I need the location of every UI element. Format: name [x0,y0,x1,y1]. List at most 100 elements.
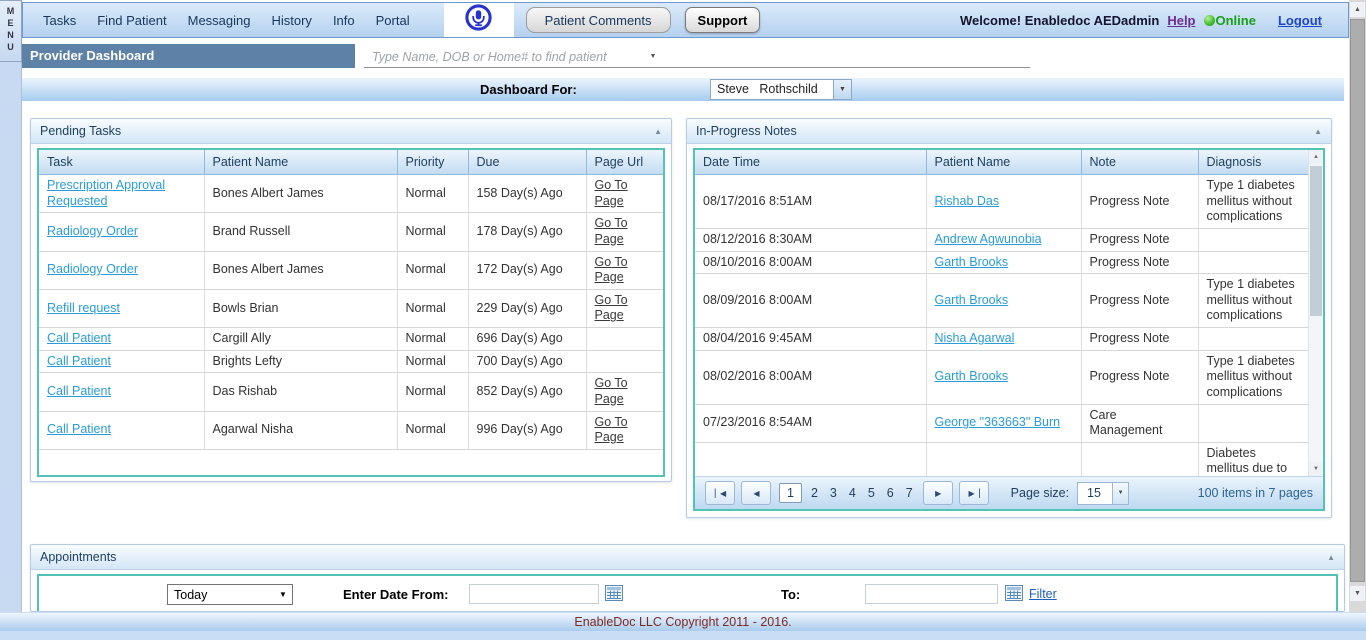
logout-link[interactable]: Logout [1278,13,1322,28]
patient-link[interactable]: Andrew Agwunobia [935,232,1042,246]
scroll-up-icon[interactable]: ▲ [1309,150,1323,164]
chevron-down-icon[interactable]: ▼ [1112,482,1129,505]
notes-table-area: Date Time Patient Name Note Diagnosis 08… [695,150,1308,476]
cell-priority: Normal [397,175,468,213]
collapse-arrow-icon[interactable]: ▲ [1314,127,1322,136]
table-row: Call Patient Brights Lefty Normal 700 Da… [39,350,663,373]
patient-link[interactable]: Nisha Agarwal [935,331,1015,345]
task-link[interactable]: Call Patient [47,331,111,345]
go-to-page-link[interactable]: Go To Page [595,255,628,285]
date-to-input[interactable] [865,584,998,604]
scroll-down-icon[interactable]: ▼ [1350,586,1365,601]
cell-diagnosis: Type 1 diabetes mellitus without complic… [1198,350,1308,404]
chevron-down-icon[interactable]: ▼ [834,79,852,100]
col-due[interactable]: Due [468,150,586,175]
provider-select[interactable]: Steve Rothschild ▼ [710,79,852,100]
nav-item-messaging[interactable]: Messaging [188,13,251,28]
go-to-page-link[interactable]: Go To Page [595,415,628,445]
cell-note: Progress Note [1081,175,1198,229]
nav-item-tasks[interactable]: Tasks [43,13,76,28]
go-to-page-link[interactable]: Go To Page [595,216,628,246]
online-status-label: Online [1216,13,1256,28]
patient-link[interactable]: Rishab Das [935,194,1000,208]
cell-note [1081,442,1198,476]
pager-page[interactable]: 7 [900,486,919,500]
task-link[interactable]: Call Patient [47,354,111,368]
cell-due: 700 Day(s) Ago [468,350,586,373]
col-patient-name[interactable]: Patient Name [926,150,1081,175]
pager-pages: 1234567 [779,483,919,503]
pager-page[interactable]: 1 [779,483,802,503]
calendar-icon[interactable] [1005,585,1023,601]
collapse-arrow-icon[interactable]: ▲ [1327,553,1335,562]
nav-item-find-patient[interactable]: Find Patient [97,13,166,28]
nav-item-info[interactable]: Info [333,13,355,28]
pager-last-button[interactable]: ▶▕ [959,481,989,505]
cell-date-time: 08/04/2016 9:45AM [695,328,926,351]
nav-item-history[interactable]: History [271,13,311,28]
task-link[interactable]: Prescription Approval Requested [47,178,165,208]
search-dropdown-icon[interactable]: ▼ [644,53,662,60]
support-button[interactable]: Support [685,7,761,33]
pager-page[interactable]: 6 [881,486,900,500]
date-range-select[interactable]: Today ▼ [167,584,293,605]
in-progress-notes-grid-box: Date Time Patient Name Note Diagnosis 08… [693,148,1325,511]
table-row: Call Patient Cargill Ally Normal 696 Day… [39,328,663,351]
go-to-page-link[interactable]: Go To Page [595,178,628,208]
patient-link[interactable]: Garth Brooks [935,255,1009,269]
task-link[interactable]: Call Patient [47,384,111,398]
cell-due: 158 Day(s) Ago [468,175,586,213]
pager-next-button[interactable]: ▶ [923,481,953,505]
date-from-input[interactable] [469,584,599,604]
page-scrollbar[interactable]: ▲ ▼ [1349,0,1366,612]
pager-page[interactable]: 4 [843,486,862,500]
table-row: Call Patient Das Rishab Normal 852 Day(s… [39,373,663,411]
pager-first-button[interactable]: ▏◀ [705,481,735,505]
pager-page[interactable]: 5 [862,486,881,500]
table-row: Radiology Order Bones Albert James Norma… [39,251,663,289]
filter-link[interactable]: Filter [1029,587,1057,601]
cell-patient-name: Bones Albert James [204,175,397,213]
task-link[interactable]: Call Patient [47,422,111,436]
dictation-button[interactable] [444,3,514,37]
patient-link[interactable]: Garth Brooks [935,293,1009,307]
col-page-url[interactable]: Page Url [586,150,663,175]
col-date-time[interactable]: Date Time [695,150,926,175]
nav-item-portal[interactable]: Portal [376,13,410,28]
go-to-page-link[interactable]: Go To Page [595,376,628,406]
pager-prev-button[interactable]: ◀ [741,481,771,505]
cell-diagnosis: Diabetes mellitus due to underlying [1198,442,1308,476]
col-note[interactable]: Note [1081,150,1198,175]
scrollbar-thumb[interactable] [1310,166,1322,316]
task-link[interactable]: Radiology Order [47,224,138,238]
task-link[interactable]: Radiology Order [47,262,138,276]
collapse-arrow-icon[interactable]: ▲ [654,127,662,136]
cell-patient-name: Garth Brooks [926,251,1081,274]
page-size-select[interactable]: 15 ▼ [1077,482,1129,505]
col-patient-name[interactable]: Patient Name [204,150,397,175]
calendar-icon[interactable] [605,585,623,601]
pending-tasks-table: Task Patient Name Priority Due Page Url … [39,150,663,450]
scrollbar-thumb[interactable] [1350,19,1365,582]
pager-page[interactable]: 3 [824,486,843,500]
cell-patient-name: Nisha Agarwal [926,328,1081,351]
welcome-text: Welcome! Enabledoc AEDadmin [960,13,1159,28]
task-link[interactable]: Refill request [47,301,120,315]
pager-page[interactable]: 2 [805,486,824,500]
scroll-down-icon[interactable]: ▼ [1309,462,1323,476]
cell-task: Call Patient [39,373,204,411]
notes-scrollbar[interactable]: ▲ ▼ [1308,150,1323,476]
scroll-up-icon[interactable]: ▲ [1350,2,1365,17]
patient-search-input[interactable] [364,45,644,68]
go-to-page-link[interactable]: Go To Page [595,293,628,323]
col-priority[interactable]: Priority [397,150,468,175]
patient-link[interactable]: George "363663" Burn [935,415,1061,429]
patient-link[interactable]: Garth Brooks [935,369,1009,383]
menu-tab[interactable]: MENU [0,0,22,62]
patient-comments-button[interactable]: Patient Comments [526,7,671,33]
help-link[interactable]: Help [1167,13,1195,28]
col-diagnosis[interactable]: Diagnosis [1198,150,1308,175]
col-task[interactable]: Task [39,150,204,175]
menu-tab-label: MENU [6,6,16,61]
chevron-down-icon: ▼ [274,590,292,599]
